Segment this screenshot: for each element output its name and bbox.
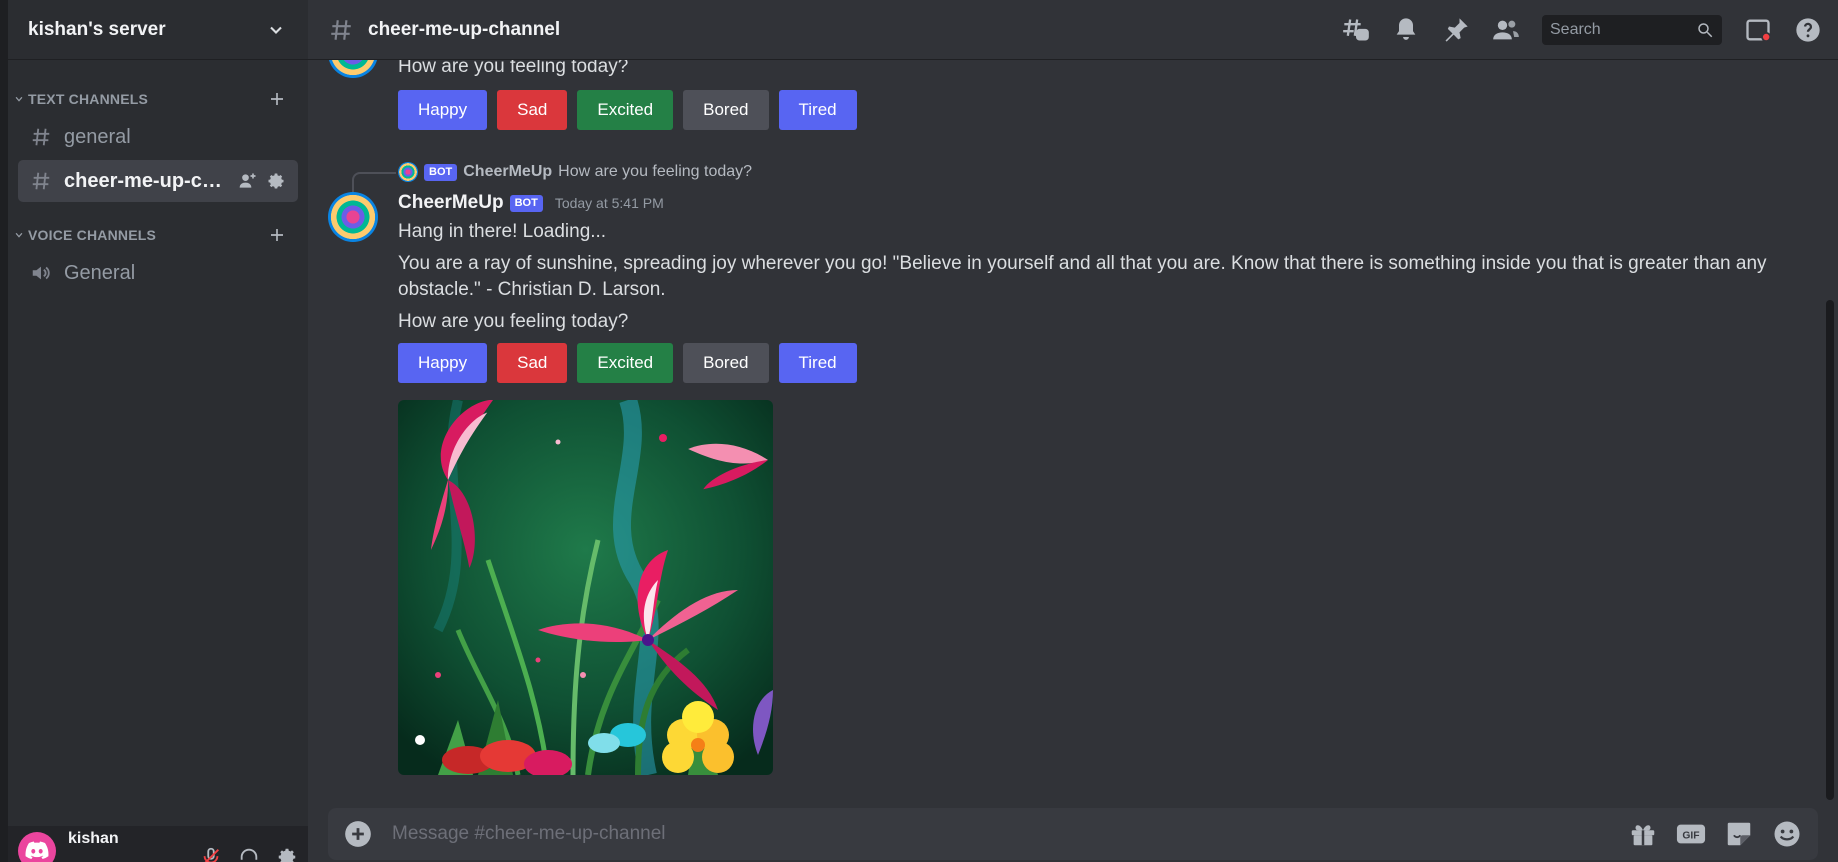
channel-item-cheer-me-up[interactable]: cheer-me-up-cha... [18, 160, 298, 202]
tired-button[interactable]: Tired [778, 90, 857, 130]
sad-button[interactable]: Sad [497, 90, 568, 130]
pin-icon[interactable] [1442, 16, 1470, 44]
message-question: How are you feeling today? [398, 311, 629, 332]
scrollbar[interactable] [1826, 300, 1834, 800]
speaker-icon [32, 266, 50, 280]
channel-label: General [64, 261, 136, 284]
gif-label: GIF [1682, 831, 1699, 842]
message-input[interactable] [392, 823, 1628, 845]
message-line: Hang in there! Loading... [398, 221, 607, 242]
excited-button[interactable]: Excited [577, 343, 674, 383]
chat-area: cheer-me-up-channel Search How are you f… [308, 0, 1838, 862]
user-name: kishan [68, 830, 119, 847]
category-voice-channels[interactable]: VOICE CHANNELS [8, 224, 308, 246]
happy-button[interactable]: Happy [398, 343, 488, 383]
avatar [398, 162, 418, 182]
flower-image-attachment[interactable] [398, 400, 773, 775]
bored-button[interactable]: Bored [683, 343, 769, 383]
chevron-down-icon [15, 232, 23, 238]
chevron-down-icon [270, 26, 282, 34]
search-icon [1698, 22, 1713, 37]
sticker-icon[interactable] [1724, 819, 1754, 849]
mood-buttons: Happy Sad Excited Bored Tired [398, 343, 1798, 383]
inbox-icon[interactable] [1744, 16, 1772, 44]
sad-button[interactable]: Sad [497, 343, 568, 383]
bot-badge: BOT [509, 194, 543, 212]
category-label: VOICE CHANNELS [28, 227, 157, 243]
user-panel: kishan [8, 826, 308, 862]
message-list: How are you feeling today? Happy Sad Exc… [308, 0, 1838, 800]
flower-illustration [398, 400, 773, 775]
channel-sidebar: kishan's server TEXT CHANNELS general ch… [8, 0, 308, 862]
message-timestamp: Today at 5:41 PM [554, 195, 664, 211]
message-composer: GIF [328, 808, 1818, 860]
previous-message: How are you feeling today? Happy Sad Exc… [398, 54, 857, 130]
hash-icon [32, 128, 50, 146]
chevron-down-icon [15, 96, 23, 102]
server-rail [0, 0, 8, 862]
avatar[interactable] [18, 832, 56, 862]
category-label: TEXT CHANNELS [28, 91, 149, 107]
threads-icon[interactable] [1342, 16, 1370, 44]
server-header[interactable]: kishan's server [8, 0, 308, 60]
server-name: kishan's server [28, 18, 166, 40]
message-quote: You are a ray of sunshine, spreading joy… [398, 253, 1767, 300]
search-input[interactable]: Search [1542, 14, 1722, 45]
discord-logo-icon [25, 841, 49, 859]
channel-label: cheer-me-up-cha... [64, 169, 226, 192]
category-text-channels[interactable]: TEXT CHANNELS [8, 88, 308, 110]
bell-icon[interactable] [1392, 16, 1420, 44]
channel-title: cheer-me-up-channel [368, 18, 561, 40]
tired-button[interactable]: Tired [778, 343, 857, 383]
happy-button[interactable]: Happy [398, 90, 488, 130]
voice-channel-general[interactable]: General [18, 252, 298, 294]
gif-icon[interactable]: GIF [1676, 819, 1706, 849]
mute-icon[interactable] [200, 846, 222, 862]
add-attachment-icon[interactable] [344, 820, 372, 848]
excited-button[interactable]: Excited [577, 90, 674, 130]
hash-icon [32, 172, 50, 190]
mood-buttons: Happy Sad Excited Bored Tired [398, 90, 857, 130]
gift-icon[interactable] [1628, 819, 1658, 849]
channel-label: general [64, 125, 131, 148]
plus-icon[interactable] [268, 90, 286, 108]
current-message: Hang in there! Loading... You are a ray … [398, 219, 1798, 383]
discord-app: kishan's server TEXT CHANNELS general ch… [0, 0, 1838, 862]
help-icon[interactable] [1794, 16, 1822, 44]
bot-badge: BOT [424, 163, 458, 181]
plus-icon[interactable] [268, 226, 286, 244]
avatar[interactable] [328, 192, 378, 242]
gear-icon[interactable] [276, 846, 298, 862]
reply-text: How are you feeling today? [558, 163, 753, 180]
channel-item-general[interactable]: general [18, 116, 298, 158]
headphones-icon[interactable] [238, 846, 260, 862]
add-member-icon[interactable] [238, 171, 258, 191]
search-placeholder: Search [1550, 20, 1601, 38]
hash-icon [331, 19, 351, 40]
message-author[interactable]: CheerMeUp [398, 192, 504, 214]
message-header: CheerMeUp BOT Today at 5:41 PM [398, 192, 664, 214]
gear-icon[interactable] [266, 171, 286, 191]
emoji-icon[interactable] [1772, 819, 1802, 849]
reply-reference[interactable]: BOT CheerMeUp How are you feeling today? [398, 162, 752, 182]
reply-author: CheerMeUp [463, 163, 553, 180]
channel-header: cheer-me-up-channel Search [308, 0, 1838, 60]
bored-button[interactable]: Bored [683, 90, 769, 130]
members-icon[interactable] [1492, 16, 1520, 44]
